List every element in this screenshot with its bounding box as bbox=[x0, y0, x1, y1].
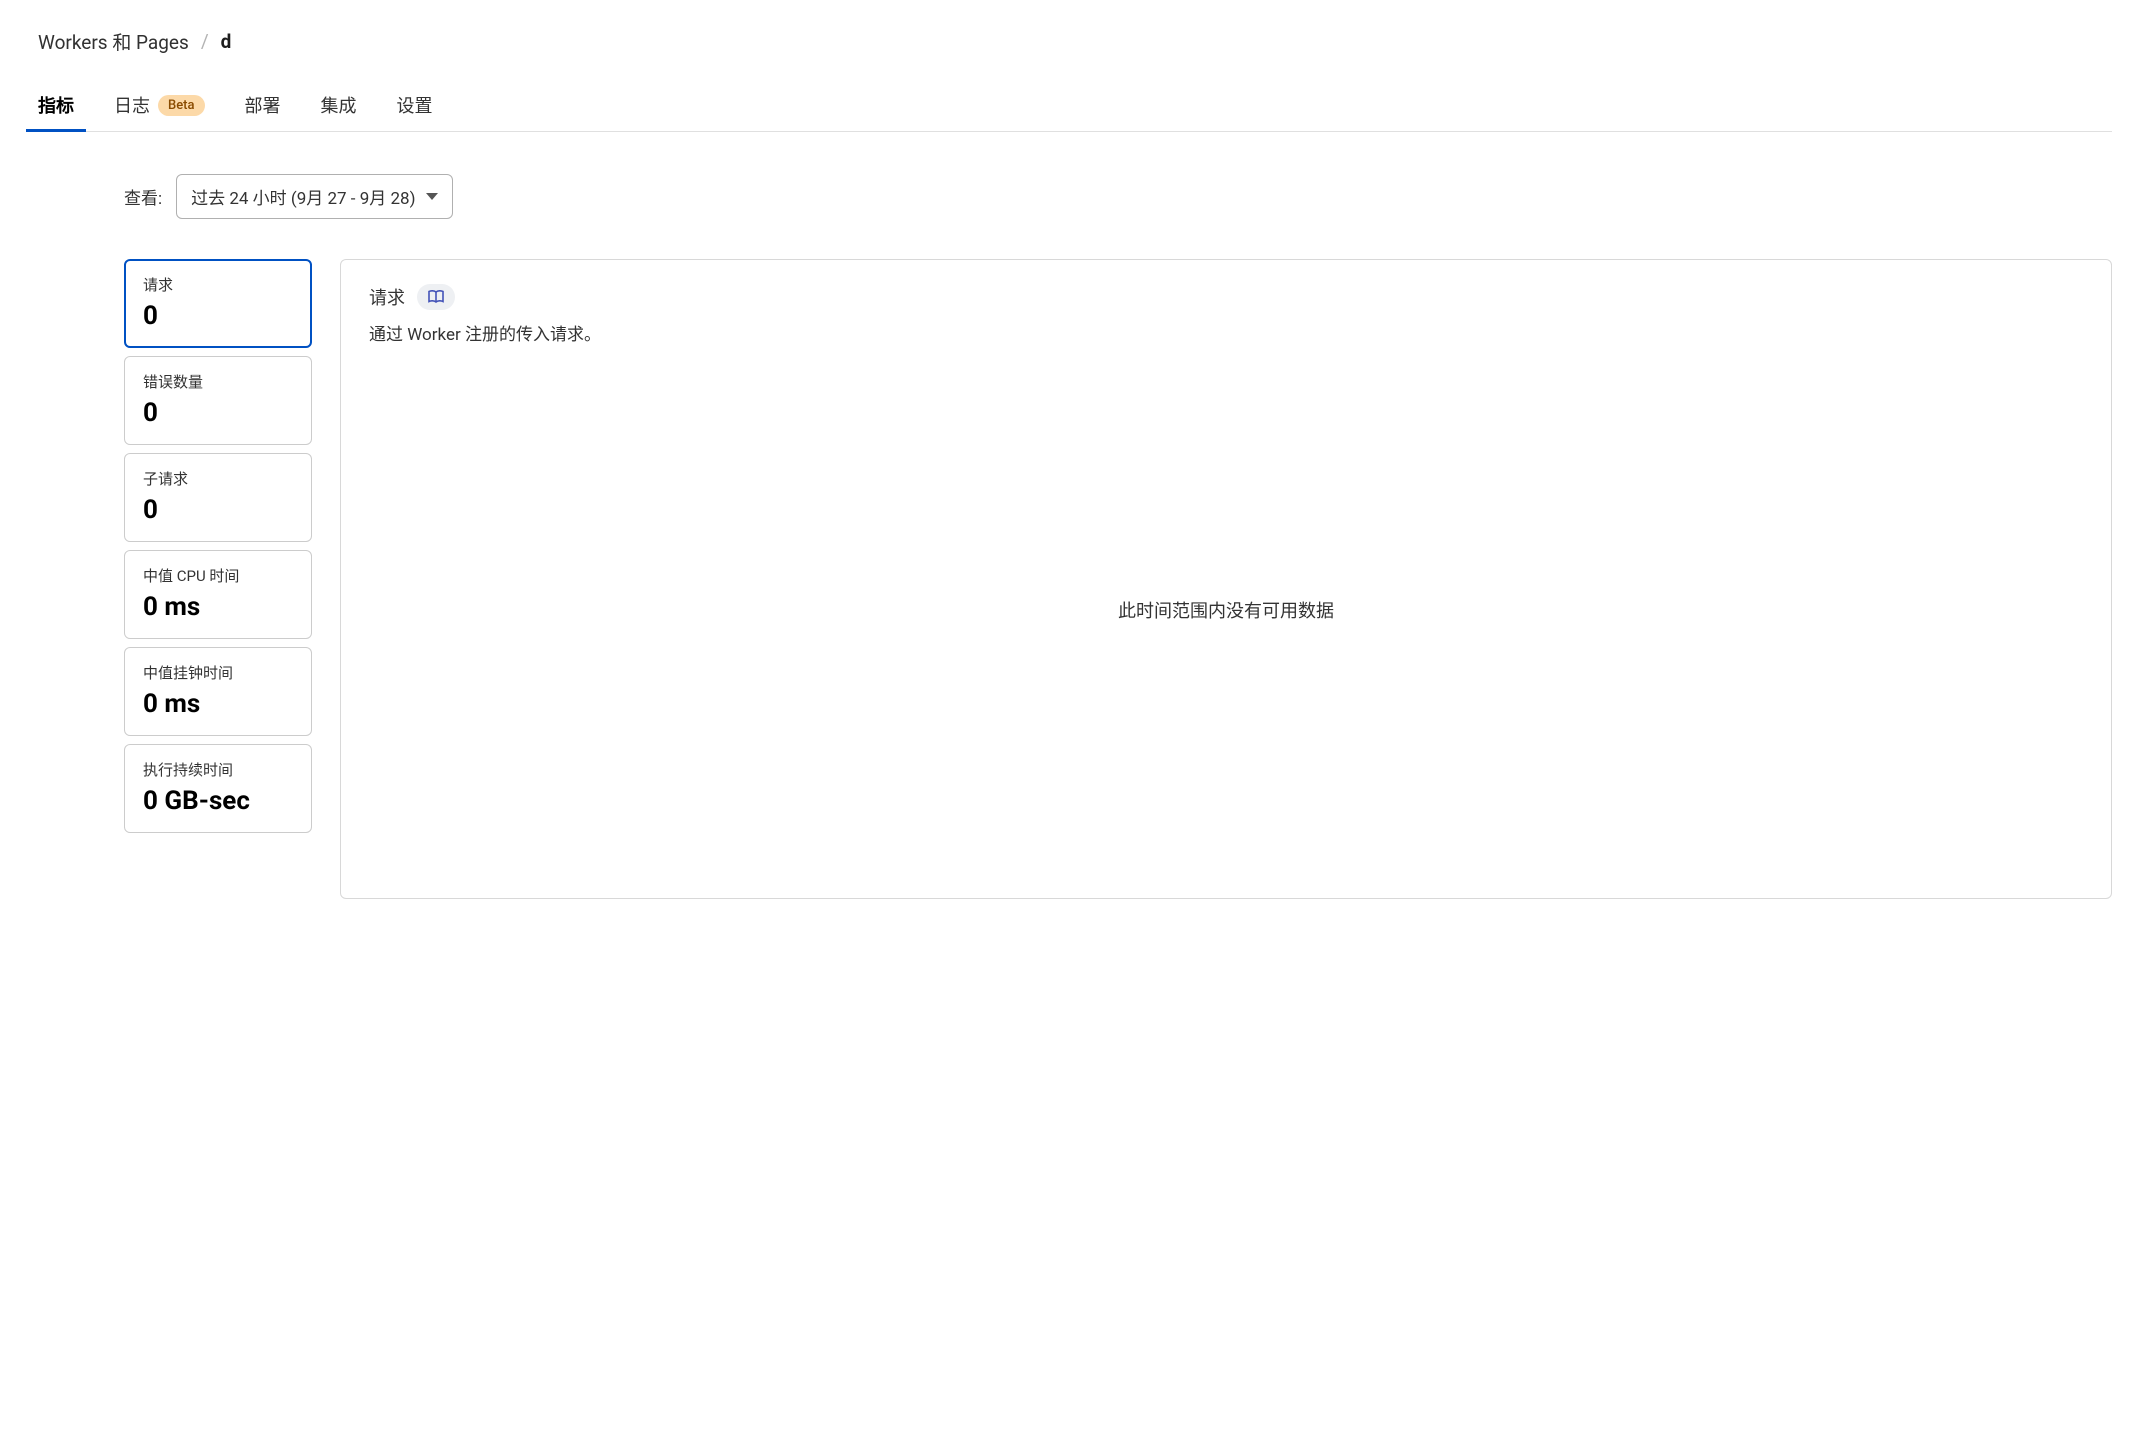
tabs: 指标 日志 Beta 部署 集成 设置 bbox=[38, 79, 2112, 132]
metric-card-requests[interactable]: 请求 0 bbox=[124, 259, 312, 348]
metric-card-cpu-time[interactable]: 中值 CPU 时间 0 ms bbox=[124, 550, 312, 639]
metric-label: 中值挂钟时间 bbox=[143, 662, 293, 683]
metric-label: 中值 CPU 时间 bbox=[143, 565, 293, 586]
metric-value: 0 bbox=[143, 495, 293, 525]
chart-body: 此时间范围内没有可用数据 bbox=[369, 345, 2083, 874]
breadcrumb-separator: / bbox=[201, 30, 209, 53]
breadcrumb-parent-link[interactable]: Workers 和 Pages bbox=[38, 28, 189, 55]
beta-badge: Beta bbox=[158, 95, 205, 116]
tab-integrations-label: 集成 bbox=[321, 92, 357, 118]
breadcrumb-current: d bbox=[221, 30, 232, 53]
tab-deployments[interactable]: 部署 bbox=[245, 79, 281, 131]
metric-card-duration[interactable]: 执行持续时间 0 GB-sec bbox=[124, 744, 312, 833]
chart-header: 请求 bbox=[369, 284, 2083, 310]
chart-subtitle: 通过 Worker 注册的传入请求。 bbox=[369, 320, 2083, 345]
metric-label: 错误数量 bbox=[143, 371, 293, 392]
metric-label: 请求 bbox=[143, 274, 293, 295]
tab-metrics-label: 指标 bbox=[38, 92, 74, 118]
time-range-select[interactable]: 过去 24 小时 (9月 27 - 9月 28) bbox=[176, 174, 452, 219]
breadcrumb: Workers 和 Pages / d bbox=[38, 28, 2112, 55]
chart-title: 请求 bbox=[369, 284, 405, 310]
tab-settings[interactable]: 设置 bbox=[397, 79, 433, 131]
metric-label: 子请求 bbox=[143, 468, 293, 489]
metrics-column: 请求 0 错误数量 0 子请求 0 中值 CPU 时间 0 ms 中值挂钟时间 bbox=[124, 259, 312, 899]
no-data-message: 此时间范围内没有可用数据 bbox=[1118, 597, 1334, 623]
view-row: 查看: 过去 24 小时 (9月 27 - 9月 28) bbox=[124, 174, 2112, 219]
docs-icon[interactable] bbox=[417, 284, 455, 310]
chart-panel: 请求 通过 Worker 注册的传入请求。 此时间范围内没有可用数据 bbox=[340, 259, 2112, 899]
caret-down-icon bbox=[426, 193, 438, 200]
metric-card-wall-time[interactable]: 中值挂钟时间 0 ms bbox=[124, 647, 312, 736]
tab-logs-label: 日志 bbox=[114, 92, 150, 118]
tab-integrations[interactable]: 集成 bbox=[321, 79, 357, 131]
view-label: 查看: bbox=[124, 184, 162, 209]
tab-logs[interactable]: 日志 Beta bbox=[114, 79, 205, 131]
tab-deployments-label: 部署 bbox=[245, 92, 281, 118]
metric-value: 0 bbox=[143, 398, 293, 428]
metric-value: 0 ms bbox=[143, 592, 293, 622]
time-range-text: 过去 24 小时 (9月 27 - 9月 28) bbox=[191, 184, 415, 209]
metric-value: 0 GB-sec bbox=[143, 786, 293, 816]
metric-value: 0 ms bbox=[143, 689, 293, 719]
metric-card-subrequests[interactable]: 子请求 0 bbox=[124, 453, 312, 542]
tab-metrics[interactable]: 指标 bbox=[38, 79, 74, 131]
tab-settings-label: 设置 bbox=[397, 92, 433, 118]
metric-value: 0 bbox=[143, 301, 293, 331]
metric-label: 执行持续时间 bbox=[143, 759, 293, 780]
metric-card-errors[interactable]: 错误数量 0 bbox=[124, 356, 312, 445]
